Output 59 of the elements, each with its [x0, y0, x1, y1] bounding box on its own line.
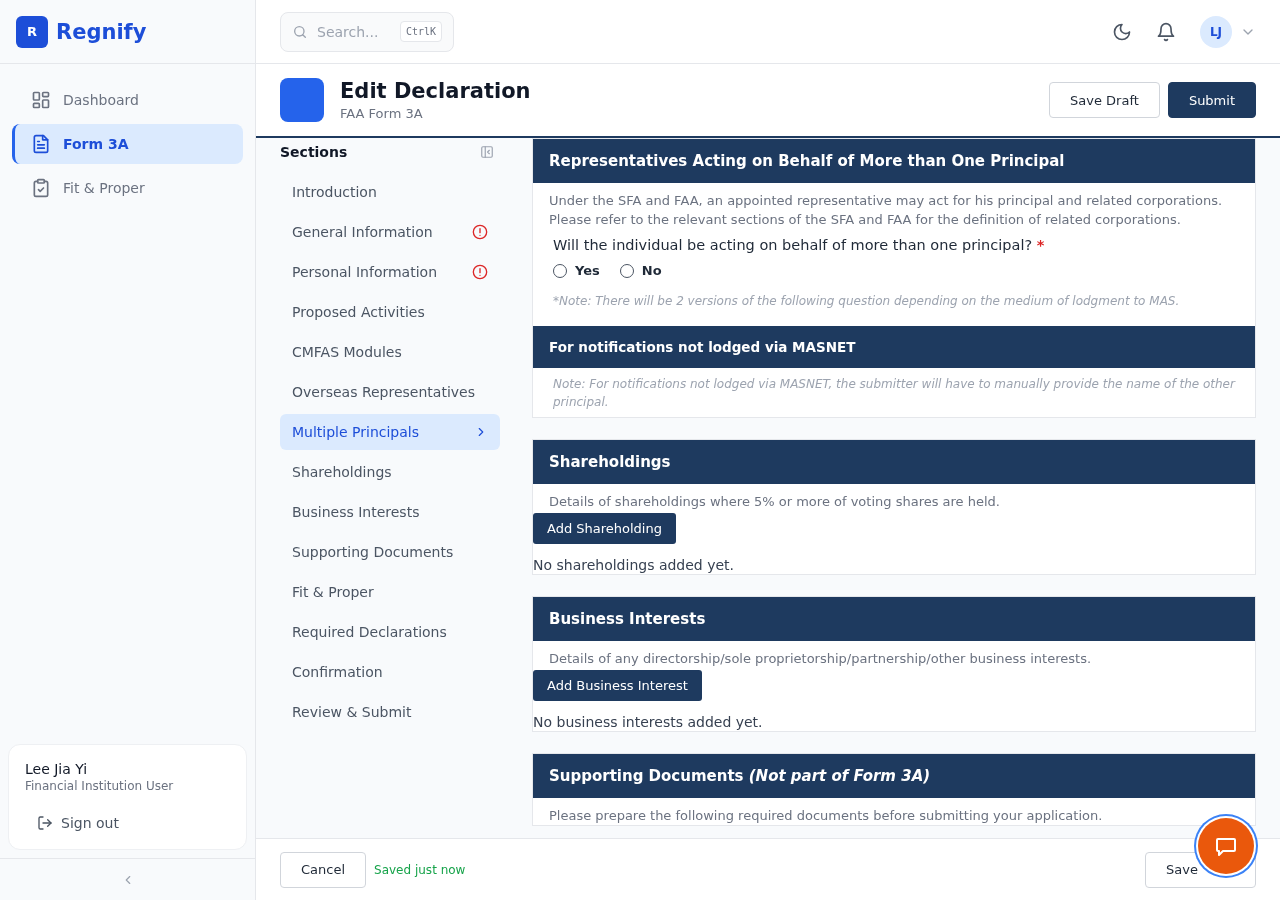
subsection-title: For notifications not lodged via MASNET — [533, 326, 1255, 368]
page-title: Edit Declaration — [340, 79, 532, 103]
save-status: Saved just now — [374, 862, 466, 877]
sidebar-item[interactable]: Fit & Proper — [12, 168, 243, 208]
section-item[interactable]: Proposed Activities — [280, 294, 500, 330]
radio-option[interactable]: No — [619, 263, 662, 278]
empty-state-text: No shareholdings added yet. — [533, 557, 736, 573]
section-item[interactable]: Fit & Proper — [280, 574, 500, 610]
dashboard-icon — [31, 90, 51, 110]
section-item[interactable]: CMFAS Modules — [280, 334, 500, 370]
section-item[interactable]: Business Interests — [280, 494, 500, 530]
card-description: Details of any directorship/sole proprietorship/partnership/other business interests. — [548, 650, 1093, 668]
sidebar-item[interactable]: Form 3A — [12, 124, 243, 164]
moon-icon[interactable] — [1112, 21, 1132, 42]
user-name: Lee Jia Yi — [25, 761, 89, 777]
section-item[interactable]: General Information — [280, 214, 500, 250]
clipboard-check-icon — [31, 178, 51, 198]
section-item[interactable]: Overseas Representatives — [280, 374, 500, 410]
bell-icon[interactable] — [1156, 21, 1176, 42]
required-mark: * — [1036, 237, 1045, 253]
question-text: Will the individual be acting on behalf of more than one principal? — [553, 237, 1033, 253]
card-description: Details of shareholdings where 5% or more of voting shares are held. — [548, 493, 1001, 511]
sidebar-item[interactable]: Dashboard — [12, 80, 243, 120]
card-title: Business Interests — [549, 610, 706, 628]
card-description: Under the SFA and FAA, an appointed representative may act for his principal and related corporations. Please refer to the relevant sections of the SFA and FAA for the definition of related corporations. — [548, 192, 1224, 229]
chat-button[interactable] — [1198, 818, 1254, 874]
submit-button[interactable]: Submit — [1167, 82, 1256, 118]
sign-out-icon — [37, 815, 53, 831]
note-text: Note: For notifications not lodged via MASNET, the submitter will have to manually provide the name of the other principal. — [552, 376, 1237, 411]
section-item[interactable]: Multiple Principals — [280, 414, 500, 450]
document-icon — [31, 134, 51, 154]
logo: R — [16, 15, 48, 48]
section-item[interactable]: Confirmation — [280, 654, 500, 690]
section-item[interactable]: Review & Submit — [280, 694, 500, 730]
section-item[interactable]: Personal Information — [280, 254, 500, 290]
save-draft-button[interactable]: Save Draft — [1049, 82, 1160, 118]
page-subtitle: FAA Form 3A — [340, 106, 424, 121]
section-item[interactable]: Introduction — [280, 174, 500, 210]
section-item[interactable]: Supporting Documents — [280, 534, 500, 570]
add-button[interactable]: Add Shareholding — [533, 513, 676, 544]
note-text: *Note: There will be 2 versions of the following question depending on the medium of lodgment to MAS. — [552, 294, 1181, 308]
card-title: Supporting Documents (Not part of Form 3A) — [549, 767, 931, 785]
form-icon-tile — [280, 78, 324, 122]
sections-title: Sections — [280, 144, 348, 160]
add-button[interactable]: Add Business Interest — [533, 670, 702, 701]
search-icon — [292, 23, 308, 40]
section-item[interactable]: Shareholdings — [280, 454, 500, 490]
user-avatar[interactable]: LJ — [1200, 15, 1232, 48]
app-name: Regnify — [56, 19, 147, 44]
card-description: Please prepare the following required documents before submitting your application. — [548, 807, 1104, 825]
user-role: Financial Institution User — [25, 779, 175, 793]
section-item[interactable]: Required Declarations — [280, 614, 500, 650]
card-title: Representatives Acting on Behalf of More than One Principal — [549, 152, 1065, 170]
empty-state-text: No business interests added yet. — [533, 714, 764, 730]
sign-out-button[interactable]: Sign out — [25, 811, 131, 835]
radio-option[interactable]: Yes — [553, 263, 600, 278]
panel-collapse-icon[interactable] — [480, 145, 494, 159]
cancel-button[interactable]: Cancel — [280, 851, 367, 888]
card-title: Shareholdings — [549, 453, 671, 471]
